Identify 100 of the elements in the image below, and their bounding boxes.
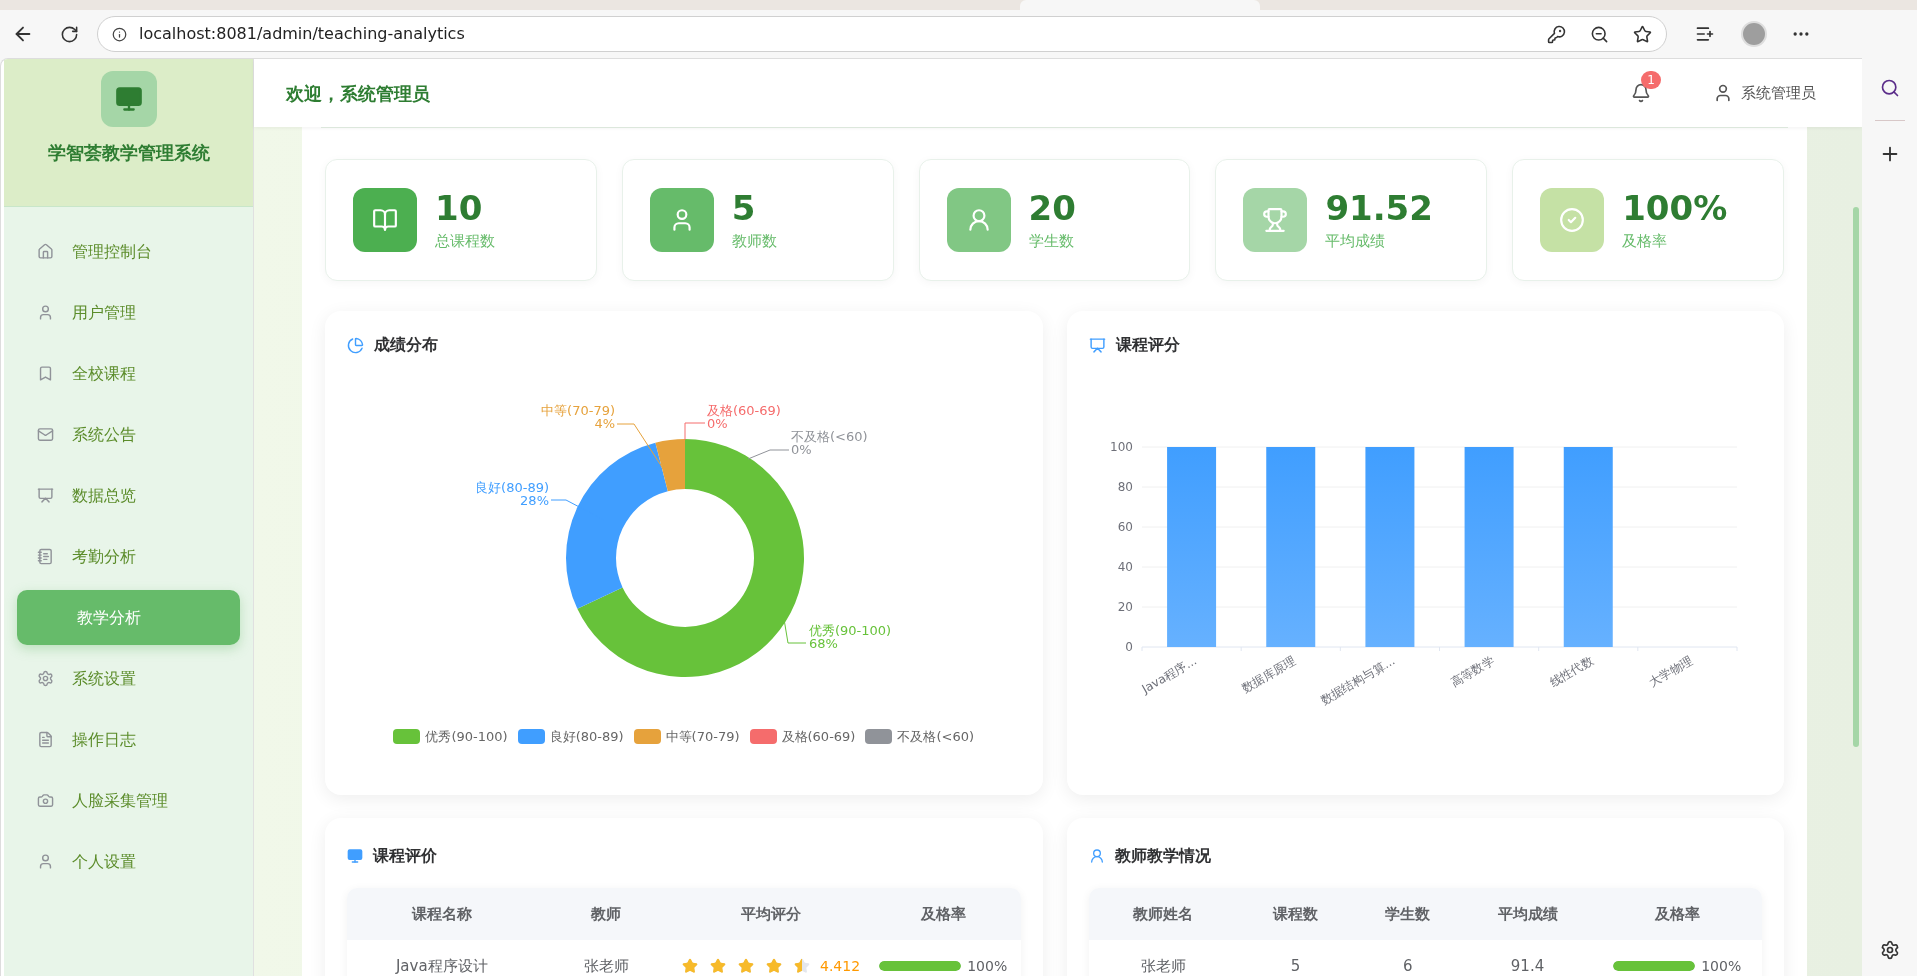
stat-label: 教师数 xyxy=(731,230,777,252)
monitor-icon xyxy=(114,85,143,113)
axis-category-label: 线性代数 xyxy=(1546,653,1596,690)
card-title: 成绩分布 xyxy=(374,334,438,356)
trophy-icon xyxy=(1262,207,1289,233)
stat-value: 91.52 xyxy=(1325,187,1433,228)
nav-item[interactable]: 全校课程 xyxy=(17,346,240,401)
nav-item[interactable]: 教学分析 xyxy=(17,590,240,645)
star-icon xyxy=(766,958,782,974)
nav-item[interactable]: 系统设置 xyxy=(17,651,240,706)
progress-reading: 100% xyxy=(1701,956,1742,976)
slice-label: 不及格(<60) 0% xyxy=(791,429,868,457)
progress-reading: 100% xyxy=(967,956,1008,976)
nav-item[interactable]: 管理控制台 xyxy=(17,224,240,279)
presentation-icon xyxy=(1088,336,1106,354)
nav-item[interactable]: 用户管理 xyxy=(17,285,240,340)
bell-icon[interactable] xyxy=(1631,83,1651,103)
leader-line xyxy=(684,422,706,441)
check-icon xyxy=(1559,207,1586,233)
nav-item[interactable]: 操作日志 xyxy=(17,712,240,767)
legend-label[interactable]: 优秀(90-100) xyxy=(425,727,508,747)
stat-label: 总课程数 xyxy=(435,230,495,252)
app-title: 学智荟教学管理系统 xyxy=(47,141,210,165)
axis-tick-label: 100 xyxy=(1109,440,1133,454)
column-header: 及格率 xyxy=(1653,903,1701,925)
user-menu[interactable]: 系统管理员 xyxy=(1713,81,1816,105)
monitor-icon xyxy=(347,848,363,864)
bookmark-icon xyxy=(37,365,54,382)
card-title: 教师教学情况 xyxy=(1114,845,1211,867)
document-icon xyxy=(37,731,54,748)
nav-item[interactable]: 系统公告 xyxy=(17,407,240,462)
star-icon xyxy=(710,958,726,974)
star-icon xyxy=(738,958,754,974)
nav-item[interactable]: 数据总览 xyxy=(17,468,240,523)
table-cell-text: 6 xyxy=(1402,955,1414,976)
column-header: 教师 xyxy=(590,903,623,925)
legend-label[interactable]: 不及格(<60) xyxy=(897,727,974,747)
welcome-text: 欢迎，系统管理员 xyxy=(286,81,430,106)
legend-swatch xyxy=(865,729,893,745)
presentation-icon xyxy=(37,487,54,504)
table-cell-text: 张老师 xyxy=(1139,955,1187,976)
stat-value: 5 xyxy=(731,187,757,228)
legend-swatch xyxy=(633,729,661,745)
column-header: 学生数 xyxy=(1384,903,1432,925)
slice-label: 优秀(90-100) 68% xyxy=(809,623,892,651)
user-icon xyxy=(1713,83,1733,103)
notification-badge: 1 xyxy=(1641,71,1661,89)
info-icon[interactable] xyxy=(112,26,127,42)
stat-value: 10 xyxy=(435,187,484,228)
axis-category-label: 数据库原理 xyxy=(1238,653,1298,696)
legend-label[interactable]: 中等(70-79) xyxy=(665,727,740,747)
stat-label: 及格率 xyxy=(1622,230,1669,252)
slice-label: 良好(80-89) 28% xyxy=(475,480,550,508)
pie-chart-icon xyxy=(347,336,364,354)
nav-item[interactable]: 考勤分析 xyxy=(17,529,240,584)
card-title: 课程评价 xyxy=(373,845,437,867)
axis-category-label: 高等数学 xyxy=(1447,653,1497,690)
settings-icon[interactable] xyxy=(1879,940,1900,960)
stat-label: 学生数 xyxy=(1028,230,1075,252)
slice-label: 中等(70-79) 4% xyxy=(541,403,616,431)
favorites-icon[interactable] xyxy=(1695,24,1715,44)
card-title: 课程评分 xyxy=(1115,334,1180,356)
key-icon[interactable] xyxy=(1547,24,1566,44)
home-icon xyxy=(37,243,54,260)
axis-tick-label: 80 xyxy=(1117,480,1133,494)
legend-label[interactable]: 及格(60-69) xyxy=(781,727,856,747)
legend-swatch xyxy=(517,729,545,745)
legend-label[interactable]: 良好(80-89) xyxy=(549,727,624,747)
star-icon xyxy=(794,958,810,974)
column-header: 平均成绩 xyxy=(1496,903,1559,925)
column-header: 课程名称 xyxy=(410,903,473,925)
legend-swatch xyxy=(393,729,421,745)
axis-tick-label: 40 xyxy=(1117,560,1133,574)
slice-label: 及格(60-69) 0% xyxy=(707,403,782,431)
user-icon xyxy=(37,853,54,870)
search-icon[interactable] xyxy=(1879,78,1900,98)
star-icon[interactable] xyxy=(1633,24,1652,44)
stat-value: 20 xyxy=(1028,187,1076,228)
table-cell-text: 张老师 xyxy=(582,955,630,976)
nav-item[interactable]: 个人设置 xyxy=(17,834,240,889)
url-text: localhost:8081/admin/teaching-analytics xyxy=(139,23,465,45)
scrollbar-thumb[interactable] xyxy=(1853,207,1859,747)
column-header: 教师姓名 xyxy=(1132,903,1195,925)
mail-icon xyxy=(37,426,54,443)
axis-category-label: 大学物理 xyxy=(1645,653,1695,690)
zoom-out-icon[interactable] xyxy=(1590,24,1609,44)
gear-icon xyxy=(37,670,54,687)
reload-icon[interactable] xyxy=(60,24,79,44)
user-icon xyxy=(37,304,54,321)
axis-tick-label: 60 xyxy=(1117,520,1133,534)
notebook-icon xyxy=(37,548,54,565)
column-header: 平均评分 xyxy=(740,903,803,925)
stat-value: 100% xyxy=(1622,187,1728,228)
nav-item[interactable]: 人脸采集管理 xyxy=(17,773,240,828)
address-bar[interactable]: localhost:8081/admin/teaching-analytics xyxy=(97,16,1667,52)
book-icon xyxy=(372,207,398,233)
table-cell-text: 91.4 xyxy=(1509,955,1546,976)
axis-category-label: Java程序... xyxy=(1138,653,1199,696)
axis-tick-label: 20 xyxy=(1117,600,1133,614)
axis-category-label: 数据结构与算... xyxy=(1317,653,1397,708)
